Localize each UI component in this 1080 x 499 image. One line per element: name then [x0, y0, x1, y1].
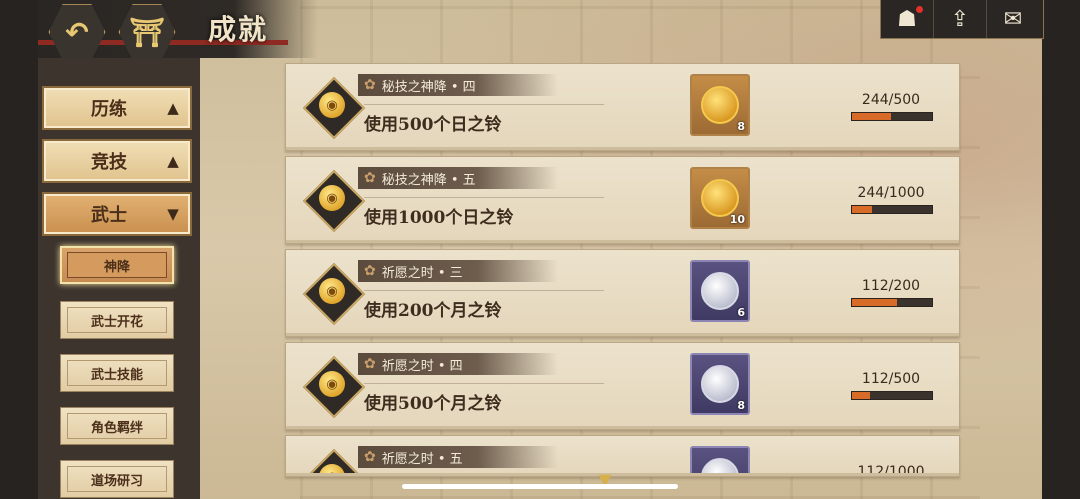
category-samurai[interactable]: 武士 ▼	[42, 192, 192, 236]
subcategory-shenjiang[interactable]: 神降	[60, 246, 174, 284]
progress-text: 112/500	[861, 371, 921, 387]
achievement-description: 使用200个月之铃	[364, 301, 502, 321]
housing-button[interactable]: ⇪	[934, 0, 987, 38]
subcategory-samurai-skills[interactable]: 武士技能	[60, 354, 174, 392]
achievement-emblem: ◉	[302, 448, 366, 476]
left-letterbox	[0, 0, 38, 499]
category-training[interactable]: 历练 ▲	[42, 86, 192, 130]
category-label: 历练	[91, 99, 127, 120]
mail-icon: ✉	[1003, 6, 1023, 32]
reward-count: 8	[737, 399, 745, 412]
chevron-down-icon: ▼	[167, 205, 179, 223]
progress-text: 244/500	[861, 92, 921, 108]
category-label: 竞技	[91, 152, 127, 173]
mail-button[interactable]: ✉	[987, 0, 1039, 38]
subcategory-label: 角色羁绊	[67, 413, 167, 439]
subcategory-samurai-bloom[interactable]: 武士开花	[60, 301, 174, 339]
subcategory-label: 道场研习	[67, 466, 167, 492]
reward-count: 8	[737, 120, 745, 133]
achievement-emblem: ◉	[302, 169, 366, 233]
house-up-icon: ⇪	[950, 6, 970, 32]
achievement-name: 祈愿之时 • 四	[381, 358, 463, 374]
progress-bar	[851, 112, 933, 121]
progress-fill	[852, 392, 870, 399]
reward-item[interactable]: 8	[690, 74, 750, 136]
subcategory-label: 神降	[67, 252, 167, 278]
category-label: 武士	[91, 205, 127, 226]
progress-text: 244/1000	[857, 185, 925, 201]
moon-bell-icon	[701, 458, 739, 476]
achievement-name-bar: ✿ 秘技之神降 • 四	[358, 74, 558, 96]
achievement-name: 秘技之神降 • 五	[381, 172, 476, 188]
divider	[364, 197, 604, 198]
reward-item[interactable]: 10	[690, 167, 750, 229]
progress-bar	[851, 391, 933, 400]
flower-icon: ✿	[364, 356, 376, 372]
sun-bell-icon	[701, 86, 739, 124]
flower-icon: ✿	[364, 263, 376, 279]
sun-bell-icon	[701, 179, 739, 217]
notification-badge	[916, 6, 923, 13]
achievement-card[interactable]: ◉ ✿ 秘技之神降 • 四 使用500个日之铃 8 244/500	[285, 63, 960, 151]
flower-icon: ✿	[364, 170, 376, 186]
bell-icon: ◉	[319, 185, 345, 211]
chevron-up-icon: ▲	[167, 99, 179, 117]
progress-fill	[852, 206, 872, 213]
reward-item[interactable]	[690, 446, 750, 476]
achievement-name-bar: ✿ 祈愿之时 • 五	[358, 446, 558, 468]
reward-item[interactable]: 6	[690, 260, 750, 322]
achievement-description: 使用1000个日之铃	[364, 208, 514, 228]
top-right-toolbar: ☗ ⇪ ✉	[880, 0, 1044, 39]
bell-icon: ◉	[319, 371, 345, 397]
subcategory-label: 武士技能	[67, 360, 167, 386]
divider	[364, 290, 604, 291]
progress-text: 112/200	[861, 278, 921, 294]
reward-item[interactable]: 8	[690, 353, 750, 415]
achievement-name-bar: ✿ 祈愿之时 • 三	[358, 260, 558, 282]
category-arena[interactable]: 竞技 ▲	[42, 139, 192, 183]
subcategory-dojo-study[interactable]: 道场研习	[60, 460, 174, 498]
achievement-emblem: ◉	[302, 76, 366, 140]
achievement-card[interactable]: ◉ ✿ 祈愿之时 • 三 使用200个月之铃 6 112/200	[285, 249, 960, 337]
progress-bar	[851, 298, 933, 307]
flower-icon: ✿	[364, 77, 376, 93]
achievement-description: 使用500个日之铃	[364, 115, 502, 135]
achievement-card[interactable]: ◉ ✿ 祈愿之时 • 五 112/1000	[285, 435, 960, 477]
achievement-name-bar: ✿ 秘技之神降 • 五	[358, 167, 558, 189]
bell-icon: ◉	[319, 278, 345, 304]
chevron-up-icon: ▲	[167, 152, 179, 170]
moon-bell-icon	[701, 365, 739, 403]
progress-text: 112/1000	[857, 464, 925, 477]
achievement-name: 祈愿之时 • 五	[381, 451, 463, 467]
achievement-emblem: ◉	[302, 262, 366, 326]
divider	[364, 383, 604, 384]
right-letterbox	[1042, 0, 1080, 499]
divider	[364, 104, 604, 105]
home-indicator[interactable]	[402, 484, 678, 489]
page-title: 成就	[208, 13, 269, 46]
achievement-description: 使用500个月之铃	[364, 394, 502, 414]
achievement-card[interactable]: ◉ ✿ 祈愿之时 • 四 使用500个月之铃 8 112/500	[285, 342, 960, 430]
character-icon: ☗	[897, 6, 917, 32]
achievement-card[interactable]: ◉ ✿ 秘技之神降 • 五 使用1000个日之铃 10 244/1000	[285, 156, 960, 244]
achievement-name-bar: ✿ 祈愿之时 • 四	[358, 353, 558, 375]
achievement-name: 秘技之神降 • 四	[381, 79, 476, 95]
progress-fill	[852, 113, 892, 120]
reward-count: 6	[737, 306, 745, 319]
progress-bar	[851, 205, 933, 214]
subcategory-label: 武士开花	[67, 307, 167, 333]
reward-count: 10	[729, 213, 745, 226]
achievement-name: 祈愿之时 • 三	[381, 265, 463, 281]
progress-fill	[852, 299, 897, 306]
achievement-emblem: ◉	[302, 355, 366, 419]
back-arrow-icon: ↶	[65, 15, 89, 49]
character-button[interactable]: ☗	[881, 0, 934, 38]
torii-gate-icon: ⛩	[129, 15, 165, 49]
subcategory-character-bonds[interactable]: 角色羁绊	[60, 407, 174, 445]
flower-icon: ✿	[364, 449, 376, 465]
moon-bell-icon	[701, 272, 739, 310]
category-sidebar: 历练 ▲ 竞技 ▲ 武士 ▼ 神降 武士开花 武士技能 角色羁绊 道场研习	[38, 58, 200, 499]
bell-icon: ◉	[319, 92, 345, 118]
